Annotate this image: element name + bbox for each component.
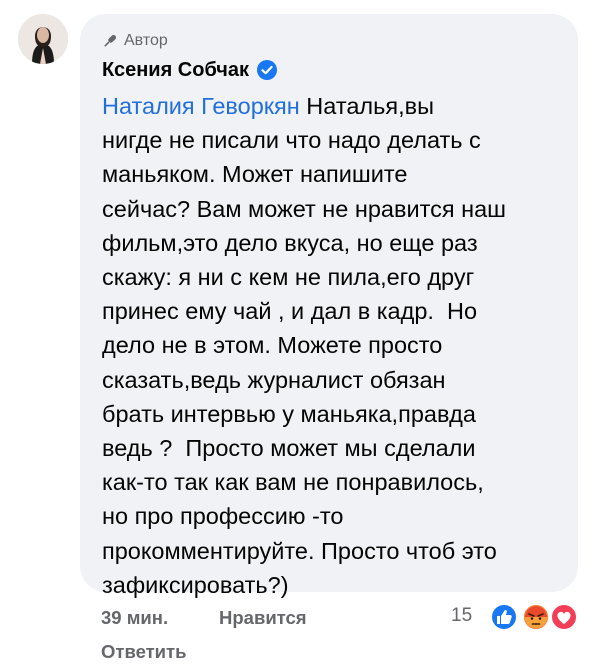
reply-button[interactable]: Ответить <box>101 641 187 663</box>
comment-bubble: Автор Ксения Собчак Наталия Геворкян Нат… <box>80 14 578 598</box>
avatar[interactable] <box>18 14 68 64</box>
author-badge: Автор <box>102 31 560 51</box>
comment-line: нигде не писали что надо делать с <box>102 127 481 154</box>
verified-badge-icon <box>257 60 278 80</box>
microphone-icon <box>102 33 118 49</box>
like-button[interactable]: Нравится <box>219 607 307 629</box>
mention-link[interactable]: Наталия Геворкян <box>102 93 300 119</box>
like-reaction-icon <box>490 603 518 631</box>
comment-line: сказать,ведь журналист обязан <box>102 366 446 393</box>
comment-line: сейчас? Вам может не нравится наш <box>102 195 507 222</box>
comment-line: но про профессию -то <box>102 503 344 530</box>
comment-line: фильм,это дело вкуса, но еще раз <box>102 229 478 256</box>
author-badge-label: Автор <box>124 32 168 49</box>
comment-line: Наталья,вы <box>299 93 434 119</box>
comment-line: ведь ? Просто может мы сделали <box>102 435 476 462</box>
comment-line: скажу: я ни с кем не пила,его друг <box>102 264 475 291</box>
comment-line: маньяком. Может напишите <box>102 161 408 188</box>
comment-line: брать интервью у маньяка,правда <box>102 400 476 427</box>
reactions-summary[interactable] <box>482 602 582 632</box>
comment-line: как-то так как вам не понравилось, <box>102 469 484 496</box>
comment-text: Наталия Геворкян Наталья,вы нигде не пис… <box>102 89 560 602</box>
comment-line: дело не в этом. Можете просто <box>102 332 443 359</box>
author-name[interactable]: Ксения Собчак <box>102 59 249 82</box>
comment-line: прокомментируйте. Просто чтоб это <box>102 537 497 564</box>
love-reaction-icon <box>550 603 578 631</box>
comment-line: зафиксировать?) <box>102 571 289 598</box>
angry-reaction-icon <box>522 603 550 631</box>
comment-time[interactable]: 39 мин. <box>101 607 168 629</box>
reaction-count[interactable]: 15 <box>451 605 472 627</box>
comment-line: принес ему чай , и дал в кадр. Но <box>102 298 478 325</box>
